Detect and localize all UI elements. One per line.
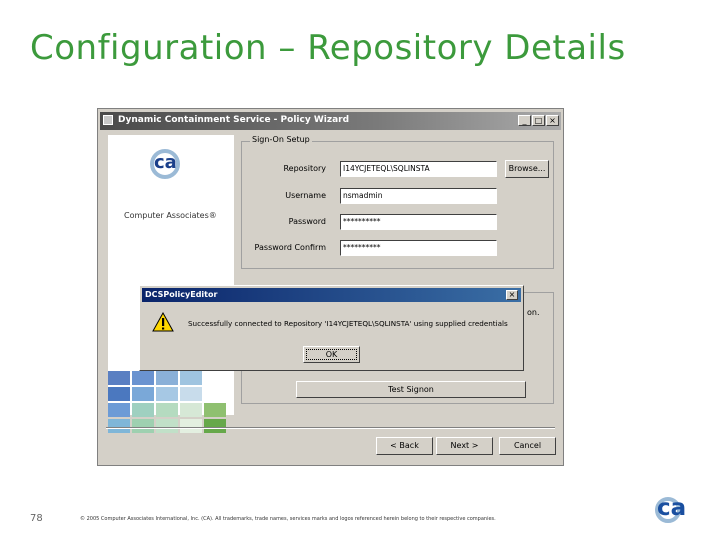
mosaic-tile xyxy=(204,371,226,385)
mosaic-tile xyxy=(180,419,202,433)
repository-field[interactable]: I14YCJETEQL\SQLINSTA xyxy=(340,161,497,177)
mosaic-tile xyxy=(132,403,154,417)
dialog-titlebar[interactable]: DCSPolicyEditor × xyxy=(142,288,521,302)
app-icon xyxy=(103,115,113,125)
mosaic-tile xyxy=(204,403,226,417)
mosaic-tile xyxy=(108,403,130,417)
password-label: Password xyxy=(288,217,326,226)
ca-footer-logo-text: ca xyxy=(657,495,687,521)
close-button[interactable]: × xyxy=(546,115,559,126)
password-confirm-field[interactable]: ********** xyxy=(340,240,497,256)
mosaic-tile xyxy=(156,419,178,433)
wizard-title: Dynamic Containment Service - Policy Wiz… xyxy=(118,115,350,125)
warning-icon xyxy=(152,312,174,332)
username-label: Username xyxy=(285,191,326,200)
minimize-button[interactable]: _ xyxy=(518,115,531,126)
mosaic-tile xyxy=(108,419,130,433)
copyright-notice: © 2005 Computer Associates International… xyxy=(80,516,496,522)
mosaic-tile xyxy=(180,371,202,385)
page-number: 78 xyxy=(30,513,43,524)
signon-setup-group: Sign-On Setup Repository I14YCJETEQL\SQL… xyxy=(241,135,554,269)
repository-label: Repository xyxy=(283,164,326,173)
slide-title: Configuration – Repository Details xyxy=(30,28,626,68)
mosaic-tile xyxy=(180,403,202,417)
mosaic-tile xyxy=(108,387,130,401)
ok-button[interactable]: OK xyxy=(303,346,360,363)
footer-separator xyxy=(106,427,555,429)
mosaic-tile xyxy=(132,419,154,433)
cancel-button[interactable]: Cancel xyxy=(499,437,556,455)
dialog-close-button[interactable]: × xyxy=(506,290,518,300)
maximize-button[interactable]: □ xyxy=(532,115,545,126)
ca-logo: ca xyxy=(146,149,192,185)
signon-group-label: Sign-On Setup xyxy=(250,135,312,144)
password-field[interactable]: ********** xyxy=(340,214,497,230)
obscured-text: on. xyxy=(527,308,540,317)
policy-editor-dialog: DCSPolicyEditor × Successfully connected… xyxy=(139,285,524,371)
mosaic-tile xyxy=(156,371,178,385)
mosaic-tile xyxy=(204,387,226,401)
mosaic-tile xyxy=(204,419,226,433)
mosaic-tile xyxy=(132,387,154,401)
mosaic-tile xyxy=(180,387,202,401)
ca-footer-logo: ca xyxy=(655,495,691,523)
mosaic-tile xyxy=(132,371,154,385)
browse-button[interactable]: Browse... xyxy=(505,160,549,178)
dialog-message: Successfully connected to Repository 'I1… xyxy=(188,319,508,328)
wizard-titlebar[interactable]: Dynamic Containment Service - Policy Wiz… xyxy=(100,112,561,130)
dialog-title: DCSPolicyEditor xyxy=(145,290,218,299)
back-button[interactable]: < Back xyxy=(376,437,433,455)
test-signon-button[interactable]: Test Signon xyxy=(296,381,526,398)
mosaic-tile xyxy=(156,403,178,417)
mosaic-tile xyxy=(108,371,130,385)
company-name: Computer Associates® xyxy=(124,211,217,220)
mosaic-tile xyxy=(156,387,178,401)
ca-logo-text: ca xyxy=(154,152,177,173)
username-field[interactable]: nsmadmin xyxy=(340,188,497,204)
brand-mosaic xyxy=(108,371,226,433)
next-button[interactable]: Next > xyxy=(436,437,493,455)
password-confirm-label: Password Confirm xyxy=(254,243,326,252)
